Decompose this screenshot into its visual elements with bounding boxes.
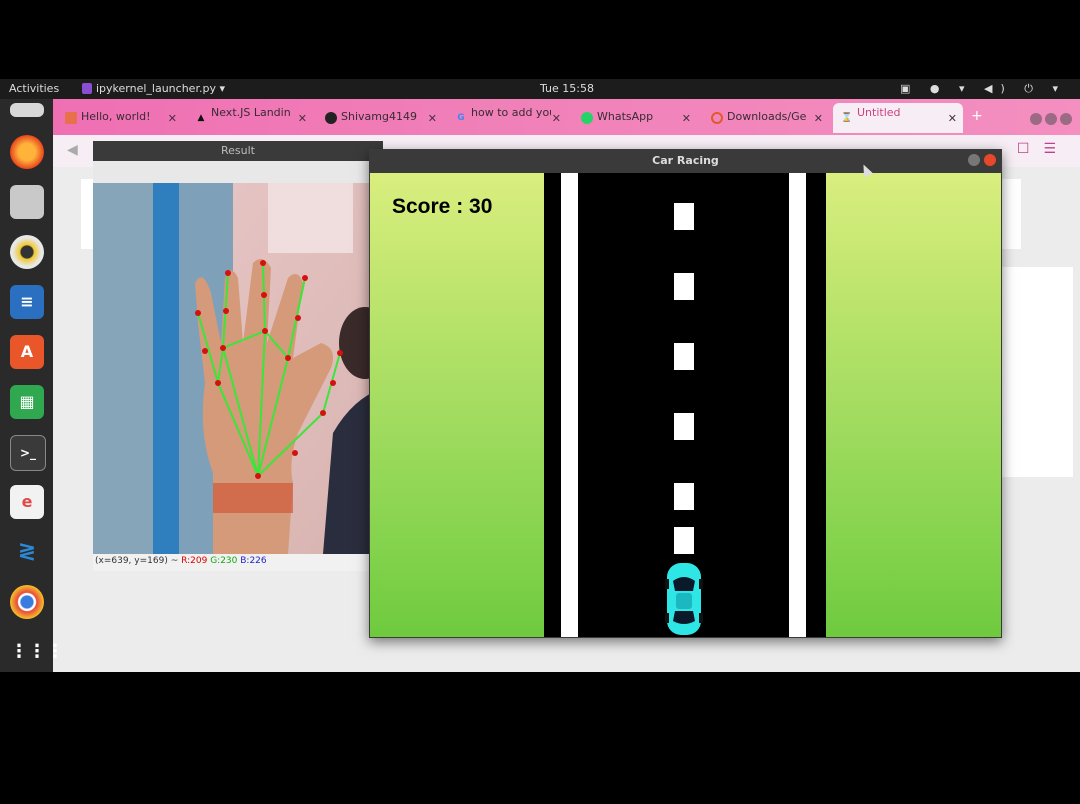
firefox-icon[interactable] bbox=[10, 135, 44, 169]
tab-label: Untitled bbox=[857, 106, 901, 119]
new-tab-button[interactable]: + bbox=[971, 108, 983, 124]
desktop-screen: Activities ipykernel_launcher.py ▾ Tue 1… bbox=[0, 79, 1080, 672]
maximize-icon[interactable] bbox=[1045, 113, 1057, 125]
hand-tracking-frame bbox=[93, 183, 383, 554]
tab-label: how to add you bbox=[471, 106, 551, 119]
tab-downloads[interactable]: Downloads/Ge ✕ bbox=[703, 103, 829, 133]
eclipse-icon[interactable]: e bbox=[10, 485, 44, 519]
close-icon[interactable]: ✕ bbox=[298, 112, 307, 125]
tab-label: WhatsApp bbox=[597, 110, 654, 123]
car-racing-window: Car Racing Score : 30 bbox=[369, 149, 1002, 638]
curtain-stripe bbox=[153, 183, 179, 554]
pixel-red: R:209 bbox=[181, 556, 208, 566]
tab-google-search[interactable]: Ghow to add you ✕ bbox=[447, 103, 567, 133]
tab-label: Shivamg4149 bbox=[341, 110, 417, 123]
system-tray[interactable]: ▣ ● ▾ ◀) ⏻ ▾ bbox=[900, 82, 1066, 96]
pixel-blue: B:226 bbox=[240, 556, 267, 566]
calc-icon[interactable]: ▦ bbox=[10, 385, 44, 419]
dock: ≡ A ▦ >_ e ≷ ⋮⋮⋮ bbox=[0, 99, 64, 672]
clock[interactable]: Tue 15:58 bbox=[540, 82, 594, 95]
result-toolbar bbox=[93, 161, 383, 183]
toolbar-icons[interactable]: ☐☰ bbox=[1017, 141, 1070, 157]
tab-github[interactable]: Shivamg4149 ✕ bbox=[317, 103, 443, 133]
close-icon[interactable]: ✕ bbox=[948, 112, 957, 125]
hourglass-icon: ⌛ bbox=[841, 113, 853, 123]
activities-button[interactable]: Activities bbox=[9, 82, 59, 95]
pixel-readout: (x=639, y=169) ~ R:209 G:230 B:226 bbox=[95, 556, 267, 566]
lane-dash bbox=[674, 413, 694, 440]
minimize-icon[interactable] bbox=[1030, 113, 1042, 125]
result-window-title[interactable]: Result bbox=[93, 141, 383, 161]
game-canvas[interactable]: Score : 30 bbox=[370, 173, 1001, 637]
right-grass bbox=[826, 173, 1001, 637]
file-cabinet-icon[interactable] bbox=[10, 185, 44, 219]
score-label: Score : 30 bbox=[392, 195, 493, 218]
close-icon[interactable]: ✕ bbox=[428, 112, 437, 125]
chrome-icon[interactable] bbox=[10, 585, 44, 619]
camera-feed bbox=[93, 183, 383, 554]
window-frame bbox=[268, 183, 353, 253]
software-center-icon[interactable]: A bbox=[10, 335, 44, 369]
top-bar: Activities ipykernel_launcher.py ▾ Tue 1… bbox=[0, 79, 1080, 99]
wrist-bands bbox=[213, 483, 293, 513]
terminal-icon[interactable]: >_ bbox=[10, 435, 46, 471]
lane-dash bbox=[674, 343, 694, 370]
close-icon[interactable]: ✕ bbox=[682, 112, 691, 125]
result-window: Result (x=639, y=169) ~ R:209 G:230 B:22… bbox=[93, 141, 383, 571]
lane-dash bbox=[674, 527, 694, 554]
back-icon[interactable]: ◀ bbox=[67, 142, 78, 158]
close-icon[interactable]: ✕ bbox=[168, 112, 177, 125]
whatsapp-icon bbox=[581, 112, 593, 124]
close-icon[interactable] bbox=[984, 154, 996, 166]
app-grid-icon[interactable]: ⋮⋮⋮ bbox=[10, 635, 64, 669]
app-icon bbox=[65, 112, 77, 124]
close-icon[interactable]: ✕ bbox=[814, 112, 823, 125]
rhythmbox-icon[interactable] bbox=[10, 235, 44, 269]
vscode-icon[interactable]: ≷ bbox=[10, 535, 44, 569]
python-icon bbox=[82, 83, 92, 94]
tab-nextjs[interactable]: ▲ Next.JS Landing ✕ bbox=[187, 103, 313, 133]
pixel-green: G:230 bbox=[210, 556, 238, 566]
tab-whatsapp[interactable]: WhatsApp ✕ bbox=[573, 103, 697, 133]
pixel-coords: (x=639, y=169) ~ bbox=[95, 556, 179, 566]
left-grass bbox=[370, 173, 544, 637]
app-menu-label: ipykernel_launcher.py ▾ bbox=[96, 82, 225, 95]
tab-label: Next.JS Landing bbox=[211, 106, 291, 119]
writer-icon[interactable]: ≡ bbox=[10, 285, 44, 319]
tab-label: Hello, world! bbox=[81, 110, 151, 123]
lane-dash bbox=[674, 273, 694, 300]
player-car bbox=[665, 563, 703, 635]
left-road-edge bbox=[561, 173, 578, 637]
minimize-icon[interactable] bbox=[968, 154, 980, 166]
github-icon bbox=[325, 112, 337, 124]
window-controls bbox=[1027, 110, 1072, 129]
lane-dash bbox=[674, 483, 694, 510]
google-icon: G bbox=[457, 113, 465, 123]
right-road-edge bbox=[789, 173, 806, 637]
triangle-icon: ▲ bbox=[197, 113, 205, 123]
lane-dash bbox=[674, 203, 694, 230]
close-window-icon[interactable] bbox=[1060, 113, 1072, 125]
files-icon[interactable] bbox=[10, 103, 44, 117]
curtain-pattern bbox=[93, 183, 153, 554]
close-icon[interactable]: ✕ bbox=[552, 112, 561, 125]
circle-icon bbox=[711, 112, 723, 124]
car-racing-title[interactable]: Car Racing bbox=[369, 149, 1002, 173]
tab-label: Downloads/Ge bbox=[727, 110, 807, 123]
browser-tab-strip: Hello, world! ✕ ▲ Next.JS Landing ✕ Shivamg… bbox=[53, 99, 1080, 135]
app-menu[interactable]: ipykernel_launcher.py ▾ bbox=[82, 82, 225, 95]
tab-hello-world[interactable]: Hello, world! ✕ bbox=[57, 103, 183, 133]
tab-untitled[interactable]: ⌛ Untitled ✕ bbox=[833, 103, 963, 133]
